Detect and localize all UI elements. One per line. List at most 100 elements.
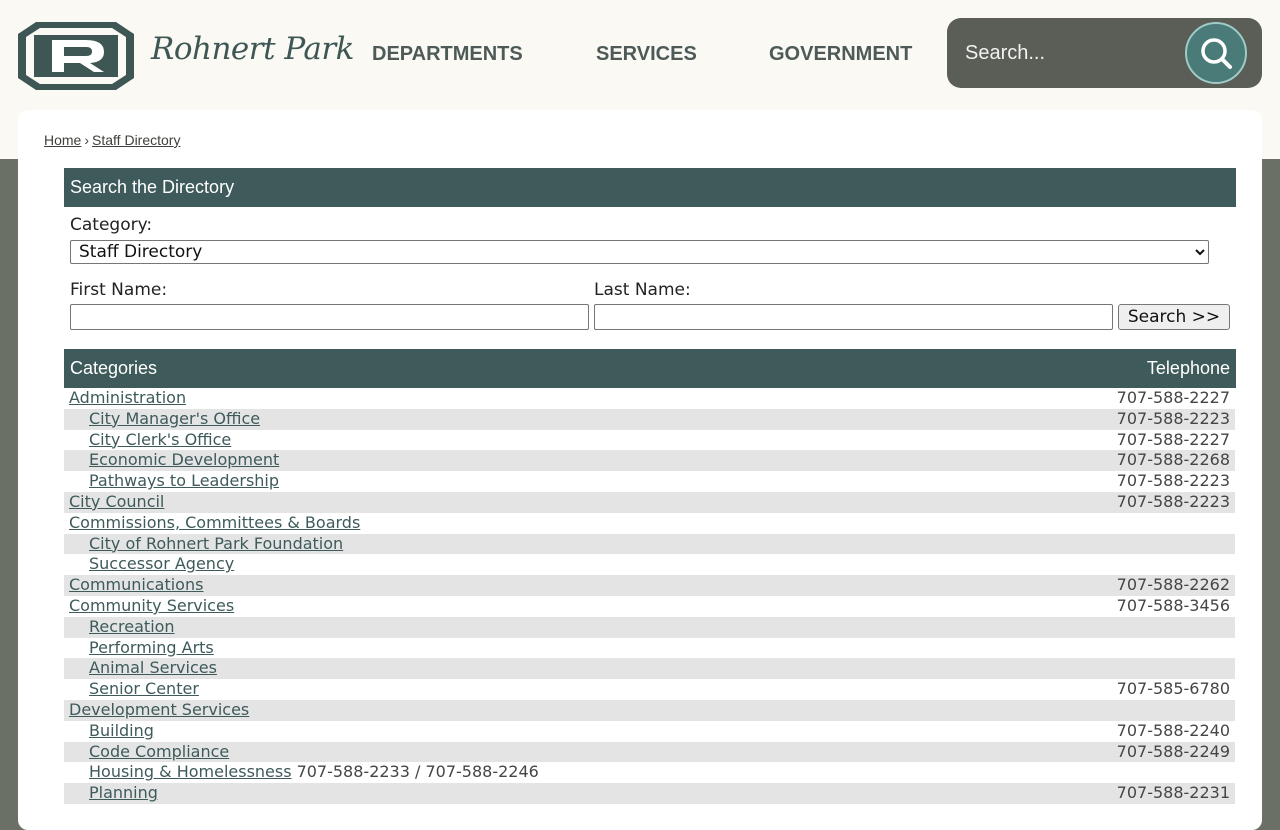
row-name-cell: Animal Services (89, 658, 217, 679)
row-phone: 707-588-2240 (1116, 720, 1230, 740)
row-name-cell: Development Services (69, 700, 249, 721)
category-label: Category: (70, 215, 153, 235)
first-name-label: First Name: (70, 280, 168, 300)
row-name-cell: Pathways to Leadership (89, 471, 279, 492)
row-name-cell: Communications (69, 575, 203, 596)
rp-monogram-icon (18, 22, 134, 90)
row-phone: 707-588-2262 (1116, 575, 1230, 595)
row-phone: 707-588-2233 / 707-588-2246 (296, 762, 539, 782)
table-row: Development Services (64, 699, 1235, 721)
category-link[interactable]: Economic Development (89, 450, 279, 469)
table-row: City Clerk's Office 707-588-2227 (64, 430, 1235, 451)
row-phone: 707-588-2223 (1116, 471, 1230, 491)
table-row: City Council 707-588-2223 (64, 491, 1235, 513)
row-phone: 707-588-3456 (1116, 595, 1230, 615)
category-link[interactable]: Performing Arts (89, 638, 214, 657)
table-row: Performing Arts (64, 638, 1235, 659)
table-row: Animal Services (64, 658, 1235, 680)
table-row: Community Services 707-588-3456 (64, 596, 1235, 617)
table-row: City of Rohnert Park Foundation (64, 533, 1235, 555)
row-phone: 707-588-2249 (1116, 741, 1230, 761)
category-link[interactable]: Administration (69, 388, 186, 407)
breadcrumb-home-link[interactable]: Home (44, 132, 81, 148)
last-name-input[interactable] (594, 304, 1113, 330)
category-link[interactable]: Recreation (89, 617, 175, 636)
row-name-cell: City Manager's Office (89, 409, 260, 430)
row-name-cell: City Council (69, 492, 164, 513)
table-row: Commissions, Committees & Boards (64, 513, 1235, 534)
table-row: Successor Agency (64, 554, 1235, 575)
table-row: Senior Center 707-585-6780 (64, 679, 1235, 700)
row-name-cell: Commissions, Committees & Boards (69, 513, 360, 534)
directory-search-title: Search the Directory (70, 177, 235, 197)
site-search-box (947, 18, 1262, 88)
breadcrumb-current-link[interactable]: Staff Directory (92, 132, 180, 148)
category-link[interactable]: City Council (69, 492, 164, 511)
category-link[interactable]: Planning (89, 783, 158, 802)
directory-table: Administration 707-588-2227 City Manager's… (64, 388, 1235, 804)
category-link[interactable]: Development Services (69, 700, 249, 719)
site-search-button[interactable] (1185, 22, 1247, 84)
category-link[interactable]: Communications (69, 575, 203, 594)
row-phone: 707-588-2231 (1116, 783, 1230, 803)
row-phone: 707-588-2223 (1116, 408, 1230, 428)
category-link[interactable]: City Clerk's Office (89, 430, 231, 449)
row-name-cell: Successor Agency (89, 554, 234, 575)
category-link[interactable]: Commissions, Committees & Boards (69, 513, 360, 532)
row-name-cell: City of Rohnert Park Foundation (89, 534, 343, 555)
table-row: Economic Development 707-588-2268 (64, 450, 1235, 472)
row-name-cell: Code Compliance (89, 742, 229, 763)
category-link[interactable]: Successor Agency (89, 554, 234, 573)
category-select[interactable]: Staff Directory (70, 240, 1209, 264)
table-row: City Manager's Office 707-588-2223 (64, 408, 1235, 430)
category-link[interactable]: Community Services (69, 596, 234, 615)
row-name-cell: Community Services (69, 596, 234, 617)
telephone-column-header: Telephone (1146, 358, 1230, 378)
nav-services[interactable]: SERVICES (596, 40, 697, 68)
row-name-cell: Planning (89, 783, 158, 804)
table-row: Recreation (64, 616, 1235, 638)
category-link[interactable]: City Manager's Office (89, 409, 260, 428)
row-name-cell: Housing & Homelessness 707-588-2233 / 707… (89, 762, 539, 783)
row-phone: 707-585-6780 (1116, 679, 1230, 699)
table-row: Planning 707-588-2231 (64, 783, 1235, 804)
row-name-cell: Performing Arts (89, 638, 214, 659)
table-row: Housing & Homelessness 707-588-2233 / 707… (64, 762, 1235, 783)
main-content: Home › Staff Directory Search the Director… (18, 110, 1262, 830)
nav-departments[interactable]: DEPARTMENTS (372, 40, 523, 68)
category-link[interactable]: Senior Center (89, 679, 199, 698)
row-name-cell: Building (89, 721, 154, 742)
table-row: Building 707-588-2240 (64, 721, 1235, 742)
table-row: Pathways to Leadership 707-588-2223 (64, 471, 1235, 492)
category-link[interactable]: Housing & Homelessness (89, 762, 292, 781)
breadcrumb: Home › Staff Directory (44, 132, 180, 148)
category-link[interactable]: City of Rohnert Park Foundation (89, 534, 343, 553)
row-name-cell: City Clerk's Office (89, 430, 231, 451)
search-icon (1201, 38, 1232, 69)
directory-table-header: Categories Telephone (64, 349, 1236, 388)
row-phone: 707-588-2227 (1116, 388, 1230, 407)
directory-search-header: Search the Directory (64, 168, 1236, 207)
category-link[interactable]: Animal Services (89, 658, 217, 677)
row-phone: 707-588-2268 (1116, 450, 1230, 470)
row-name-cell: Recreation (89, 617, 175, 638)
directory-search-button[interactable]: Search >> (1118, 304, 1230, 330)
table-row: Communications 707-588-2262 (64, 575, 1235, 596)
first-name-input[interactable] (70, 304, 589, 330)
last-name-label: Last Name: (594, 280, 691, 300)
logo-wordmark: Rohnert Park (151, 31, 354, 67)
row-phone: 707-588-2227 (1116, 429, 1230, 449)
category-link[interactable]: Code Compliance (89, 742, 229, 761)
row-name-cell: Economic Development (89, 450, 279, 471)
category-link[interactable]: Building (89, 721, 154, 740)
row-phone: 707-588-2223 (1116, 491, 1230, 511)
nav-government[interactable]: GOVERNMENT (769, 40, 912, 68)
breadcrumb-separator: › (84, 132, 90, 148)
category-link[interactable]: Pathways to Leadership (89, 471, 279, 490)
site-logo[interactable]: Rohnert Park (18, 22, 354, 90)
row-name-cell: Administration (69, 388, 186, 409)
table-row: Code Compliance 707-588-2249 (64, 741, 1235, 763)
site-search-input[interactable] (965, 38, 1175, 68)
categories-column-header: Categories (70, 358, 158, 378)
row-name-cell: Senior Center (89, 679, 199, 700)
